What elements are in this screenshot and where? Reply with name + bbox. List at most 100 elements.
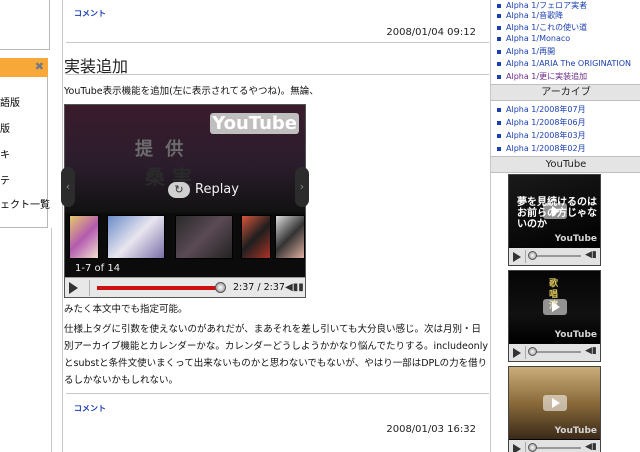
volume-icon[interactable]: ◀▮ (585, 346, 597, 356)
sidebar-video-player[interactable]: YouTube ◀▮ (508, 366, 601, 452)
control-separator (525, 442, 526, 452)
play-icon[interactable] (513, 444, 521, 452)
recent-link-label[interactable]: Alpha 1/Monaco (506, 34, 570, 43)
chevron-right-icon[interactable]: › (295, 167, 309, 207)
archive-link[interactable]: Alpha 1/2008年03月 (497, 130, 586, 141)
related-video-thumb[interactable] (69, 215, 99, 259)
player-controls: ◀▮ (509, 344, 600, 361)
bullet-icon (497, 146, 501, 151)
bullet-icon (497, 25, 501, 30)
replay-label[interactable]: Replay (195, 182, 239, 197)
seek-handle[interactable] (215, 282, 226, 293)
bullet-icon (497, 133, 501, 138)
left-menu-item[interactable]: キ (0, 146, 10, 161)
recent-link-label[interactable]: Alpha 1/音歌降 (506, 11, 563, 20)
volume-icon[interactable]: ◀▮ (585, 250, 597, 260)
seek-handle[interactable] (528, 251, 537, 260)
volume-icon[interactable]: ◀▮▮ (285, 282, 304, 294)
related-count: 1-7 of 14 (75, 263, 121, 274)
bullet-icon (497, 61, 501, 66)
comment-link[interactable]: コメント (74, 403, 106, 414)
player-controls: 2:37 / 2:37 ◀▮▮ (65, 277, 305, 297)
left-menu-item[interactable]: テ (0, 172, 10, 187)
left-menu-item[interactable]: 語版 (0, 94, 20, 109)
archive-link-label[interactable]: Alpha 1/2008年03月 (506, 131, 586, 140)
recent-link[interactable]: Alpha 1/再開 (497, 46, 555, 57)
play-icon[interactable] (513, 348, 521, 358)
sidebar-video-player[interactable]: 夢を見続けるのは お前らの方じゃないのか YouTube ◀▮ (508, 174, 601, 266)
post-intro: YouTube表示機能を追加(左に表示されてるやつね)。無論、 (64, 86, 319, 97)
divider (66, 393, 489, 394)
left-menu-header: ✖ (0, 58, 48, 77)
left-menu: ✖ 語版 版 キ テ ェクト一覧 (0, 58, 50, 228)
left-top-box (0, 0, 50, 50)
main-left-border (62, 0, 63, 452)
play-icon[interactable] (543, 299, 567, 315)
recent-link-label[interactable]: Alpha 1/更に実装追加 (506, 72, 587, 81)
bullet-icon (497, 36, 501, 41)
close-icon[interactable]: ✖ (35, 60, 44, 73)
main-content: コメント 2008/01/04 09:12 実装追加 YouTube表示機能を追… (52, 0, 489, 452)
divider (66, 42, 489, 43)
seek-handle[interactable] (528, 443, 537, 452)
recent-link[interactable]: Alpha 1/更に実装追加 (497, 71, 587, 82)
archive-link[interactable]: Alpha 1/2008年06月 (497, 117, 586, 128)
player-controls: ◀▮ (509, 248, 600, 265)
progress-bar[interactable] (531, 447, 581, 449)
archive-link-label[interactable]: Alpha 1/2008年07月 (506, 105, 586, 114)
youtube-logo: YouTube (554, 426, 597, 436)
progress-bar[interactable] (531, 255, 581, 257)
play-icon[interactable] (513, 252, 521, 262)
recent-link-label[interactable]: Alpha 1/これの使い道 (506, 23, 587, 32)
bullet-icon (497, 49, 501, 54)
progress-bar[interactable] (531, 351, 581, 353)
related-video-thumb[interactable] (107, 215, 165, 259)
recent-link-label[interactable]: Alpha 1/フェロア実者 (506, 1, 587, 10)
left-menu-item[interactable]: ェクト一覧 (0, 196, 50, 211)
play-icon[interactable] (69, 282, 78, 294)
time-display: 2:37 / 2:37 (233, 282, 285, 293)
comment-link[interactable]: コメント (74, 8, 106, 19)
archive-heading: アーカイブ (491, 84, 640, 101)
archive-link-label[interactable]: Alpha 1/2008年06月 (506, 118, 586, 127)
post-line: みたく本文中でも指定可能。 (64, 304, 188, 315)
archive-link[interactable]: Alpha 1/2008年02月 (497, 143, 586, 154)
recent-link[interactable]: Alpha 1/Monaco (497, 34, 570, 43)
video-caption: 提 供 (135, 139, 187, 160)
replay-icon[interactable]: ↻ (168, 182, 190, 198)
left-sidebar: ✖ 語版 版 キ テ ェクト一覧 (0, 0, 52, 452)
related-video-thumb[interactable] (241, 215, 271, 259)
volume-icon[interactable]: ◀▮ (585, 442, 597, 452)
play-icon[interactable] (543, 203, 567, 219)
youtube-logo: YouTube (210, 113, 299, 134)
post-date: 2008/01/04 09:12 (386, 27, 476, 38)
control-separator (525, 346, 526, 359)
post-date: 2008/01/03 16:32 (386, 424, 476, 435)
video-player[interactable]: 提 供 桑 実 YouTube ↻ Replay ‹ › 1-7 of 14 2… (61, 104, 309, 298)
progress-bar[interactable] (97, 286, 221, 290)
recent-link[interactable]: Alpha 1/音歌降 (497, 10, 563, 21)
related-video-thumb[interactable] (275, 215, 305, 259)
recent-link-label[interactable]: Alpha 1/再開 (506, 47, 555, 56)
left-menu-item[interactable]: 版 (0, 120, 10, 135)
recent-link[interactable]: Alpha 1/これの使い道 (497, 22, 587, 33)
bullet-icon (497, 107, 501, 112)
right-sidebar: Alpha 1/フェロア実者 Alpha 1/音歌降 Alpha 1/これの使い… (490, 0, 640, 452)
bullet-icon (497, 3, 501, 8)
seek-handle[interactable] (528, 347, 537, 356)
post-body: 仕様上タグに引数を使えないのがあれだが、まあそれを差し引いても大分良い感じ。次は… (64, 324, 488, 386)
archive-link-label[interactable]: Alpha 1/2008年02月 (506, 144, 586, 153)
related-video-thumb[interactable] (175, 215, 233, 259)
youtube-logo: YouTube (554, 234, 597, 244)
youtube-logo-text: YouTube (210, 113, 299, 134)
title-underline (66, 74, 489, 75)
bullet-icon (497, 13, 501, 18)
control-separator (89, 280, 90, 296)
sidebar-video-player[interactable]: 歌唱 濱 YouTube ◀▮ (508, 270, 601, 362)
chevron-left-icon[interactable]: ‹ (61, 167, 75, 207)
recent-link-label[interactable]: Alpha 1/ARIA The ORIGINATION (506, 59, 631, 68)
archive-link[interactable]: Alpha 1/2008年07月 (497, 104, 586, 115)
bullet-icon (497, 74, 501, 79)
play-icon[interactable] (543, 395, 567, 411)
recent-link[interactable]: Alpha 1/ARIA The ORIGINATION (497, 59, 631, 68)
